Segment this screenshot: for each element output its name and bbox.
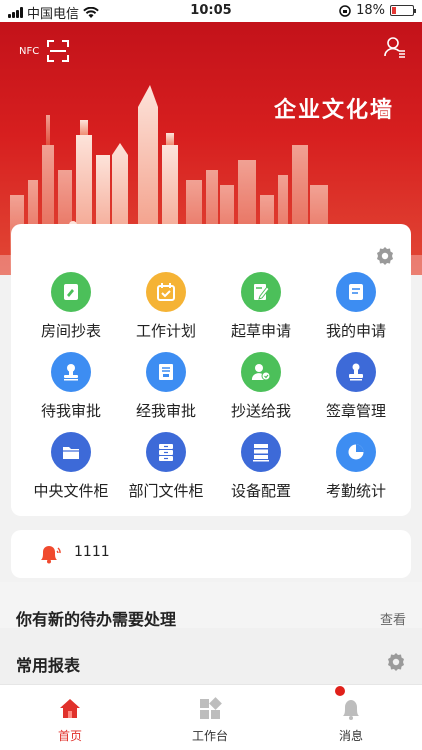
calendar-check-icon	[146, 272, 186, 312]
server-icon	[241, 432, 281, 472]
my-application-icon	[336, 272, 376, 312]
tile-label: 抄送给我	[230, 402, 291, 420]
tile-attendance-statistics[interactable]: 考勤统计	[306, 432, 406, 512]
cabinet-icon	[146, 432, 186, 472]
view-todo-link[interactable]: 查看	[380, 609, 406, 628]
tile-pending-approval[interactable]: 待我审批	[21, 352, 121, 432]
notice-text: 1111	[74, 544, 110, 560]
tile-label: 我的申请	[325, 322, 386, 340]
settings-gear-icon[interactable]	[375, 246, 395, 266]
folder-icon	[51, 432, 91, 472]
tile-seal-management[interactable]: 签章管理	[306, 352, 406, 432]
tab-messages[interactable]: 消息	[311, 697, 391, 744]
workbench-icon	[200, 697, 222, 719]
notice-card[interactable]: 1111	[11, 530, 411, 578]
reports-settings-gear-icon[interactable]	[386, 652, 406, 672]
tile-label: 签章管理	[325, 402, 386, 420]
tile-department-file-cabinet[interactable]: 部门文件柜	[116, 432, 216, 512]
user-profile-icon[interactable]	[384, 36, 406, 58]
draft-edit-icon	[241, 272, 281, 312]
tile-label: 房间抄表	[40, 322, 101, 340]
approved-document-icon	[146, 352, 186, 392]
pie-chart-icon	[336, 432, 376, 472]
tile-label: 设备配置	[230, 482, 291, 500]
todo-section: 你有新的待办需要处理 查看	[0, 582, 422, 629]
tile-label: 中央文件柜	[33, 482, 109, 500]
message-badge-dot	[335, 686, 345, 696]
seal-icon	[336, 352, 376, 392]
tab-workbench[interactable]: 工作台	[170, 697, 250, 744]
tile-label: 工作计划	[135, 322, 196, 340]
tile-label: 待我审批	[40, 402, 101, 420]
tile-label: 起草申请	[230, 322, 291, 340]
tile-approved-by-me[interactable]: 经我审批	[116, 352, 216, 432]
tile-label: 经我审批	[135, 402, 196, 420]
scan-icon	[47, 40, 70, 62]
tile-room-meter-reading[interactable]: 房间抄表	[21, 272, 121, 352]
tile-central-file-cabinet[interactable]: 中央文件柜	[21, 432, 121, 512]
tile-work-plan[interactable]: 工作计划	[116, 272, 216, 352]
bell-icon	[343, 700, 359, 720]
tab-label: 消息	[338, 729, 363, 743]
reports-title: 常用报表	[16, 656, 81, 675]
todo-title: 你有新的待办需要处理	[16, 610, 177, 629]
tile-label: 考勤统计	[325, 482, 386, 500]
status-right: 18%	[339, 3, 416, 18]
tile-draft-application[interactable]: 起草申请	[211, 272, 311, 352]
status-bar: 中国电信 10:05 18%	[0, 0, 422, 22]
nfc-scan-button[interactable]: NFC	[19, 40, 70, 62]
nfc-label: NFC	[19, 45, 40, 57]
alarm-bell-icon	[41, 546, 61, 564]
battery-percent: 18%	[356, 3, 385, 18]
tile-device-configuration[interactable]: 设备配置	[211, 432, 311, 512]
tile-label: 部门文件柜	[128, 482, 204, 500]
tab-home[interactable]: 首页	[30, 697, 110, 744]
tile-cc-to-me[interactable]: 抄送给我	[211, 352, 311, 432]
battery-icon	[390, 5, 416, 16]
stamp-icon	[51, 352, 91, 392]
bottom-tab-bar: 首页 工作台 消息	[0, 684, 422, 750]
meter-reading-icon	[51, 272, 91, 312]
home-icon	[60, 699, 80, 718]
tab-label: 首页	[57, 729, 82, 743]
cc-user-icon	[241, 352, 281, 392]
rotation-lock-icon	[339, 4, 351, 17]
common-reports-section: 常用报表	[0, 628, 422, 684]
tile-my-applications[interactable]: 我的申请	[306, 272, 406, 352]
tab-label: 工作台	[191, 729, 228, 743]
feature-grid-card: 房间抄表 工作计划 起草申请 我的申请 待我审批 经我审批 抄送给我 签章管理 …	[11, 224, 411, 516]
